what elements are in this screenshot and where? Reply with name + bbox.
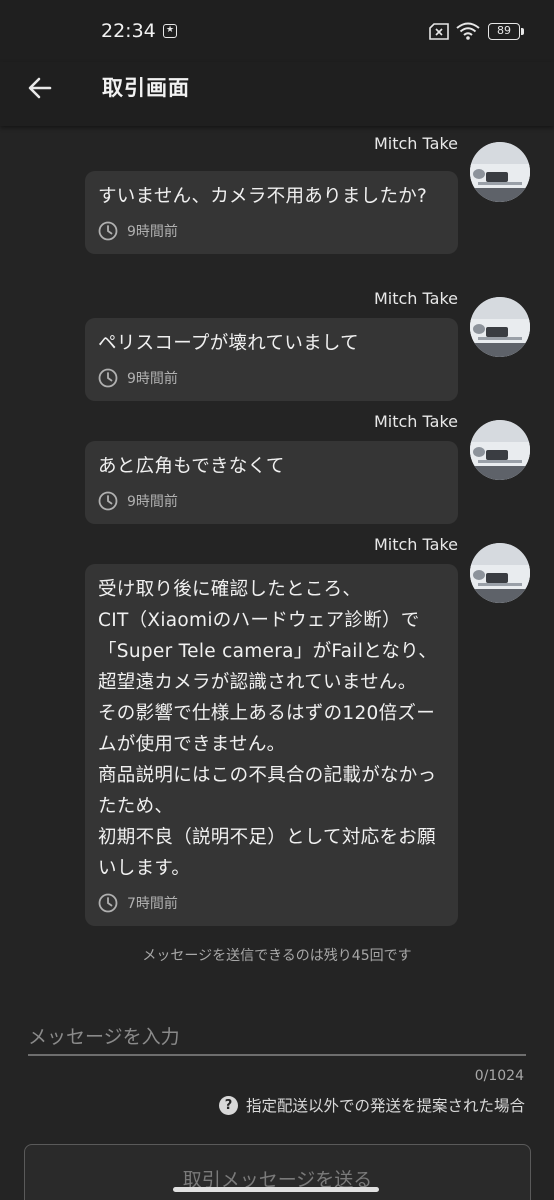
message-bubble: ペリスコープが壊れていまして 9時間前	[85, 318, 458, 401]
message-sender: Mitch Take	[373, 134, 458, 153]
wifi-icon	[456, 22, 480, 40]
clock-icon	[98, 221, 118, 241]
car-photo	[470, 420, 530, 480]
avatar[interactable]	[470, 543, 530, 603]
message-bubble: 受け取り後に確認したところ、 CIT（Xiaomiのハードウェア診断）で「Sup…	[85, 564, 458, 926]
question-icon: ?	[218, 1095, 238, 1115]
message-time: 9時間前	[127, 224, 178, 240]
avatar[interactable]	[470, 420, 530, 480]
clock-icon	[98, 368, 118, 388]
page-title: 取引画面	[102, 76, 190, 100]
app-bar: 取引画面	[0, 62, 554, 126]
message-timestamp: 9時間前	[98, 220, 444, 242]
arrow-left-icon[interactable]	[22, 70, 58, 106]
notification-icon: ★	[163, 24, 177, 38]
message-sender: Mitch Take	[373, 412, 458, 431]
message-text: ペリスコープが壊れていまして	[98, 333, 359, 354]
message-bubble: あと広角もできなくて 9時間前	[85, 441, 458, 524]
message-timestamp: 9時間前	[98, 367, 444, 389]
clock-icon	[98, 893, 118, 913]
message-time: 7時間前	[127, 896, 178, 912]
battery-icon: 89	[488, 23, 524, 40]
home-indicator[interactable]	[173, 1187, 379, 1192]
message-text: あと広角もできなくて	[98, 456, 285, 477]
character-counter: 0/1024	[474, 1068, 524, 1084]
message-time: 9時間前	[127, 371, 178, 387]
shipping-help-link[interactable]: ? 指定配送以外での発送を提案された場合	[218, 1094, 525, 1116]
car-photo	[470, 297, 530, 357]
avatar[interactable]	[470, 297, 530, 357]
message-text: すいません、カメラ不用ありましたか?	[98, 186, 428, 207]
message-sender: Mitch Take	[373, 535, 458, 554]
remaining-message-notice: メッセージを送信できるのは残り45回です	[142, 948, 412, 964]
message-sender: Mitch Take	[373, 289, 458, 308]
message-text: 受け取り後に確認したところ、 CIT（Xiaomiのハードウェア診断）で「Sup…	[98, 579, 438, 879]
message-input[interactable]	[28, 1020, 526, 1056]
avatar[interactable]	[470, 142, 530, 202]
car-photo	[470, 142, 530, 202]
car-photo	[470, 543, 530, 603]
message-timestamp: 7時間前	[98, 892, 444, 914]
message-timestamp: 9時間前	[98, 490, 444, 512]
message-bubble: すいません、カメラ不用ありましたか? 9時間前	[85, 171, 458, 254]
clock-icon	[98, 491, 118, 511]
sim-off-icon	[429, 23, 449, 40]
status-bar: 22:34 ★ 89	[0, 0, 554, 62]
message-time: 9時間前	[127, 494, 178, 510]
help-link-label: 指定配送以外での発送を提案された場合	[245, 1097, 525, 1115]
status-time: 22:34	[101, 20, 156, 42]
